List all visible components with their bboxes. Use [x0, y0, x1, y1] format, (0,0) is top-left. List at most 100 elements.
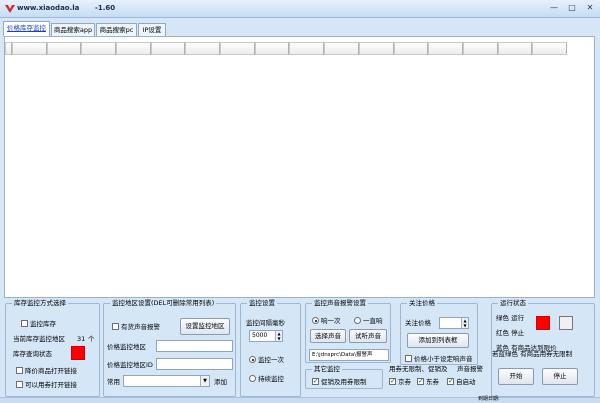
stock-query-status-indicator	[71, 346, 85, 360]
panel-other-monitor: 其它监控 促销及用券限制	[305, 365, 383, 389]
common-region-select[interactable]: ▼	[123, 375, 210, 387]
chevron-down-icon[interactable]: ▼	[200, 376, 209, 386]
tab-search-app[interactable]: 商品搜索app	[51, 23, 95, 36]
promo-limit-checkbox[interactable]	[312, 377, 319, 385]
list-column-header[interactable]	[532, 42, 567, 55]
status-red-label: 红色 停止	[496, 329, 525, 337]
common-region-label: 常用	[107, 378, 120, 386]
panel-watch-price: 关注价格 关注价格 ▲ ▼ 添加到列表框 价格小于设定响声音	[400, 299, 478, 365]
list-header	[5, 42, 567, 55]
list-column-header[interactable]	[5, 42, 12, 55]
status-green-blue-label: 若蓝绿色 有商品用券无限制	[492, 350, 573, 358]
test-sound-button[interactable]: 试听声音	[349, 329, 387, 343]
panel-monitor-settings: 监控设置 监控间隔毫秒 5000 ▲ ▼ 监控一次 持续监控	[240, 299, 301, 397]
monitor-continuous-radio[interactable]	[249, 375, 256, 382]
panel-coupon-alarm: 用券无限制、促销及 声音报警 京券 东券 自启动	[386, 365, 490, 389]
monitor-stock-label: 监控库存	[30, 320, 56, 328]
close-button[interactable]: ✕	[583, 2, 597, 14]
coupon-open-link-checkbox[interactable]	[16, 381, 23, 388]
ring-always-label: 一直响	[363, 317, 383, 325]
monitor-continuous-label: 持续监控	[258, 375, 284, 383]
list-column-header[interactable]	[324, 42, 359, 55]
list-column-header[interactable]	[81, 42, 117, 55]
expiry-date-label: 到期日期:	[478, 396, 500, 402]
list-column-header[interactable]	[428, 42, 463, 55]
status-indicator-idle	[559, 316, 573, 330]
panel-monitor-mode: 库存监控方式选择 监控库存 当前库存监控地区 31 个 库存查询状态 降价商品打…	[5, 299, 100, 397]
jingquan-checkbox[interactable]	[389, 377, 396, 385]
price-region-input[interactable]	[156, 340, 233, 352]
panel-other-monitor-title: 其它监控	[312, 365, 342, 374]
price-region-id-input[interactable]	[156, 358, 233, 370]
window-title: www.xiaodao.la	[17, 4, 80, 12]
list-column-header[interactable]	[46, 42, 82, 55]
app-logo-icon	[5, 5, 15, 13]
start-button[interactable]: 开始	[498, 368, 534, 385]
price-region-label: 价格监控地区	[107, 343, 146, 351]
below-price-alarm-checkbox[interactable]	[405, 355, 412, 362]
panel-watch-price-title: 关注价格	[407, 299, 437, 308]
interval-spinner[interactable]: ▲ ▼	[275, 331, 282, 341]
monitor-once-radio[interactable]	[249, 356, 256, 363]
stock-alarm-checkbox[interactable]	[112, 323, 119, 330]
tab-price-stock-monitor[interactable]: 价格库存监控	[3, 21, 50, 36]
monitor-once-label: 监控一次	[258, 356, 284, 364]
stop-button[interactable]: 停止	[542, 368, 578, 385]
watch-price-spinner[interactable]: ▲ ▼	[461, 318, 468, 328]
choose-sound-button[interactable]: 选择声音	[310, 329, 346, 343]
ring-always-radio[interactable]	[354, 317, 361, 324]
coupon-open-link-label: 可以用券打开链接	[25, 381, 77, 389]
list-column-header[interactable]	[393, 42, 429, 55]
minimize-button[interactable]: —	[547, 2, 561, 14]
stock-region-unit: 个	[88, 335, 95, 343]
app-version: -1.60	[95, 4, 116, 12]
panel-sound-alarm-title: 监控声音报警设置	[312, 299, 368, 308]
list-column-header[interactable]	[462, 42, 498, 55]
list-column-header[interactable]	[358, 42, 394, 55]
interval-input[interactable]: 5000 ▲ ▼	[249, 330, 283, 342]
stock-alarm-label: 有货声音报警	[121, 323, 160, 331]
ring-once-radio[interactable]	[312, 317, 319, 324]
sound-path-input[interactable]: E:\jdnsprc\Data\报警声	[309, 349, 389, 361]
list-column-header[interactable]	[254, 42, 290, 55]
panel-monitor-settings-title: 监控设置	[247, 299, 277, 308]
price-drop-open-link-label: 降价商品打开链接	[25, 367, 77, 375]
jingquan-label: 京券	[398, 378, 411, 386]
list-column-header[interactable]	[497, 42, 533, 55]
monitor-stock-checkbox[interactable]	[21, 320, 28, 327]
dongquan-checkbox[interactable]	[417, 377, 424, 385]
price-region-id-label: 价格监控地区ID	[107, 361, 153, 369]
ring-once-label: 响一次	[321, 317, 341, 325]
auto-start-label: 自启动	[456, 378, 476, 386]
auto-start-checkbox[interactable]	[447, 377, 454, 385]
status-indicator-red	[536, 316, 550, 330]
panel-sound-alarm: 监控声音报警设置 响一次 一直响 选择声音 试听声音 E:\jdnsprc\Da…	[305, 299, 391, 363]
panel-run-status: 运行状态 绿色 运行 红色 停止 蓝色 有商品达到限价 若蓝绿色 有商品用券无限…	[491, 299, 595, 397]
list-column-header[interactable]	[185, 42, 221, 55]
set-region-button[interactable]: 设置监控地区	[180, 318, 230, 335]
maximize-button[interactable]: □	[565, 2, 579, 14]
product-list-view[interactable]	[4, 36, 595, 298]
list-column-header[interactable]	[116, 42, 151, 55]
below-price-alarm-label: 价格小于设定响声音	[414, 355, 473, 363]
list-column-header[interactable]	[220, 42, 255, 55]
stock-query-status-label: 库存查询状态	[13, 350, 52, 358]
tab-ip-settings[interactable]: IP设置	[138, 23, 166, 36]
list-column-header[interactable]	[11, 42, 47, 55]
add-to-list-button[interactable]: 添加到列表框	[407, 333, 469, 348]
panel-run-status-title: 运行状态	[498, 299, 528, 308]
tab-search-pc[interactable]: 商品搜索pc	[96, 23, 137, 36]
panel-coupon-alarm-title: 用券无限制、促销及	[387, 365, 450, 374]
watch-price-input[interactable]: ▲ ▼	[439, 317, 469, 329]
panel-monitor-mode-title: 库存监控方式选择	[12, 299, 68, 308]
price-drop-open-link-checkbox[interactable]	[16, 367, 23, 374]
title-bar: www.xiaodao.la -1.60 — □ ✕	[0, 0, 600, 18]
list-column-header[interactable]	[150, 42, 186, 55]
status-green-label: 绿色 运行	[496, 314, 525, 322]
panel-region-settings: 监控地区设置(DEL可删除常用列表) 有货声音报警 设置监控地区 价格监控地区 …	[103, 299, 236, 397]
interval-label: 监控间隔毫秒	[246, 319, 285, 327]
dongquan-label: 东券	[426, 378, 439, 386]
add-region-button[interactable]: 添加	[214, 378, 227, 386]
list-column-header[interactable]	[289, 42, 325, 55]
panel-coupon-alarm-title-tail: 声音报警	[455, 365, 485, 374]
